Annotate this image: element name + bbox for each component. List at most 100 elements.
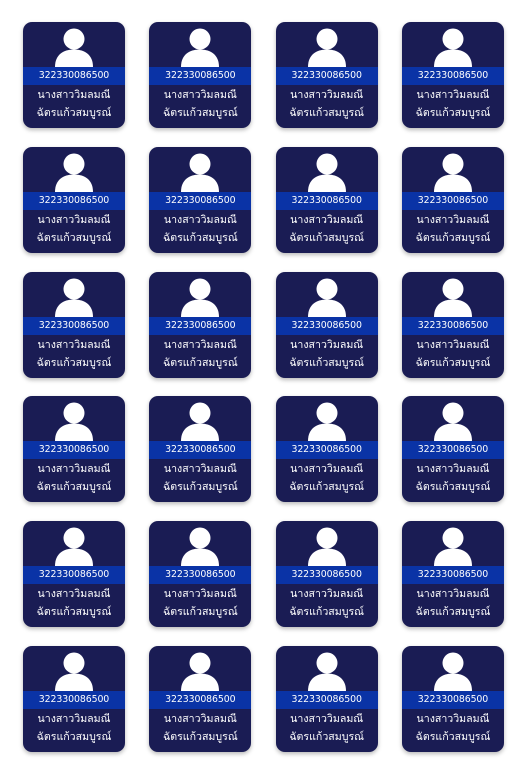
last-name: ฉัตรแก้วสมบูรณ์ xyxy=(289,231,364,244)
name-card: 322330086500 นางสาววิมลมณี ฉัตรแก้วสมบูร… xyxy=(23,645,125,752)
last-name: ฉัตรแก้วสมบูรณ์ xyxy=(415,231,491,244)
last-name: ฉัตรแก้วสมบูรณ์ xyxy=(289,606,364,619)
last-name: ฉัตรแก้วสมบูรณ์ xyxy=(415,107,491,119)
first-name: นางสาววิมลมณี xyxy=(416,338,490,351)
last-name: ฉัตรแก้วสมบูรณ์ xyxy=(36,606,112,619)
id-number: 322330086500 xyxy=(401,191,504,210)
user-avatar-icon xyxy=(306,27,348,67)
id-number: 322330086500 xyxy=(275,441,378,460)
name-card: 322330086500 นางสาววิมลมณี ฉัตรแก้วสมบูร… xyxy=(149,271,252,378)
name-card: 322330086500 นางสาววิมลมณี ฉัตรแก้วสมบูร… xyxy=(23,22,125,128)
first-name: นางสาววิมลมณี xyxy=(416,213,490,226)
id-number: 322330086500 xyxy=(401,566,504,585)
user-avatar-icon xyxy=(306,277,348,317)
name-card: 322330086500 นางสาววิมลมณี ฉัตรแก้วสมบูร… xyxy=(149,146,252,253)
user-avatar-icon xyxy=(432,651,474,691)
last-name: ฉัตรแก้วสมบูรณ์ xyxy=(289,107,364,119)
first-name: นางสาววิมลมณี xyxy=(37,712,111,725)
user-avatar-icon xyxy=(179,401,221,442)
id-number: 322330086500 xyxy=(149,441,252,460)
name-card-sheet: 322330086500 นางสาววิมลมณี ฉัตรแก้วสมบูร… xyxy=(0,0,527,779)
first-name: นางสาววิมลมณี xyxy=(163,588,237,601)
user-avatar-icon xyxy=(53,152,95,192)
user-avatar-icon xyxy=(432,526,474,567)
user-avatar-icon xyxy=(179,651,221,691)
first-name: นางสาววิมลมณี xyxy=(37,338,111,351)
user-avatar-icon xyxy=(432,27,474,67)
id-number: 322330086500 xyxy=(275,191,378,210)
last-name: ฉัตรแก้วสมบูรณ์ xyxy=(415,730,491,743)
user-avatar-icon xyxy=(53,401,95,442)
id-number: 322330086500 xyxy=(275,316,378,335)
name-card: 322330086500 นางสาววิมลมณี ฉัตรแก้วสมบูร… xyxy=(401,146,504,253)
user-avatar-icon xyxy=(53,526,95,567)
first-name: นางสาววิมลมณี xyxy=(290,463,364,476)
name-card: 322330086500 นางสาววิมลมณี ฉัตรแก้วสมบูร… xyxy=(275,271,378,378)
first-name: นางสาววิมลมณี xyxy=(290,588,364,601)
name-card: 322330086500 นางสาววิมลมณี ฉัตรแก้วสมบูร… xyxy=(401,396,504,503)
id-number: 322330086500 xyxy=(149,690,252,709)
last-name: ฉัตรแก้วสมบูรณ์ xyxy=(289,481,364,494)
last-name: ฉัตรแก้วสมบูรณ์ xyxy=(162,107,238,119)
id-number: 322330086500 xyxy=(23,191,125,210)
user-avatar-icon xyxy=(179,526,221,567)
id-number: 322330086500 xyxy=(401,690,504,709)
first-name: นางสาววิมลมณี xyxy=(37,463,111,476)
user-avatar-icon xyxy=(306,401,348,442)
last-name: ฉัตรแก้วสมบูรณ์ xyxy=(289,730,364,743)
name-card: 322330086500 นางสาววิมลมณี ฉัตรแก้วสมบูร… xyxy=(23,396,125,503)
user-avatar-icon xyxy=(53,277,95,317)
id-number: 322330086500 xyxy=(149,67,252,85)
first-name: นางสาววิมลมณี xyxy=(163,213,237,226)
name-card: 322330086500 นางสาววิมลมณี ฉัตรแก้วสมบูร… xyxy=(275,396,378,503)
first-name: นางสาววิมลมณี xyxy=(290,712,364,725)
first-name: นางสาววิมลมณี xyxy=(163,338,237,351)
first-name: นางสาววิมลมณี xyxy=(416,89,490,101)
last-name: ฉัตรแก้วสมบูรณ์ xyxy=(289,356,364,369)
id-number: 322330086500 xyxy=(149,191,252,210)
first-name: นางสาววิมลมณี xyxy=(163,463,237,476)
id-number: 322330086500 xyxy=(401,316,504,335)
last-name: ฉัตรแก้วสมบูรณ์ xyxy=(162,606,238,619)
name-card: 322330086500 นางสาววิมลมณี ฉัตรแก้วสมบูร… xyxy=(275,146,378,253)
user-avatar-icon xyxy=(432,277,474,317)
id-number: 322330086500 xyxy=(275,690,378,709)
user-avatar-icon xyxy=(179,152,221,192)
first-name: นางสาววิมลมณี xyxy=(290,89,364,101)
name-card: 322330086500 นางสาววิมลมณี ฉัตรแก้วสมบูร… xyxy=(275,645,378,752)
user-avatar-icon xyxy=(179,277,221,317)
user-avatar-icon xyxy=(306,526,348,567)
id-number: 322330086500 xyxy=(275,566,378,585)
id-number: 322330086500 xyxy=(149,566,252,585)
last-name: ฉัตรแก้วสมบูรณ์ xyxy=(162,231,238,244)
id-number: 322330086500 xyxy=(401,67,504,85)
name-card: 322330086500 นางสาววิมลมณี ฉัตรแก้วสมบูร… xyxy=(275,22,378,128)
last-name: ฉัตรแก้วสมบูรณ์ xyxy=(415,606,491,619)
last-name: ฉัตรแก้วสมบูรณ์ xyxy=(36,730,112,743)
first-name: นางสาววิมลมณี xyxy=(290,213,364,226)
name-card: 322330086500 นางสาววิมลมณี ฉัตรแก้วสมบูร… xyxy=(401,645,504,752)
last-name: ฉัตรแก้วสมบูรณ์ xyxy=(162,356,238,369)
id-number: 322330086500 xyxy=(23,690,125,709)
name-card: 322330086500 นางสาววิมลมณี ฉัตรแก้วสมบูร… xyxy=(149,396,252,503)
first-name: นางสาววิมลมณี xyxy=(163,89,237,101)
name-card: 322330086500 นางสาววิมลมณี ฉัตรแก้วสมบูร… xyxy=(149,521,252,628)
user-avatar-icon xyxy=(306,152,348,192)
name-card: 322330086500 นางสาววิมลมณี ฉัตรแก้วสมบูร… xyxy=(149,22,252,128)
first-name: นางสาววิมลมณี xyxy=(416,712,490,725)
name-card: 322330086500 นางสาววิมลมณี ฉัตรแก้วสมบูร… xyxy=(401,521,504,628)
user-avatar-icon xyxy=(53,27,95,67)
id-number: 322330086500 xyxy=(23,441,125,460)
id-number: 322330086500 xyxy=(401,441,504,460)
first-name: นางสาววิมลมณี xyxy=(37,213,111,226)
id-number: 322330086500 xyxy=(23,67,125,85)
name-card: 322330086500 นางสาววิมลมณี ฉัตรแก้วสมบูร… xyxy=(401,22,504,128)
last-name: ฉัตรแก้วสมบูรณ์ xyxy=(162,730,238,743)
first-name: นางสาววิมลมณี xyxy=(163,712,237,725)
user-avatar-icon xyxy=(432,152,474,192)
id-number: 322330086500 xyxy=(275,67,378,85)
last-name: ฉัตรแก้วสมบูรณ์ xyxy=(162,481,238,494)
user-avatar-icon xyxy=(432,401,474,442)
name-card: 322330086500 นางสาววิมลมณี ฉัตรแก้วสมบูร… xyxy=(23,521,125,628)
user-avatar-icon xyxy=(306,651,348,691)
